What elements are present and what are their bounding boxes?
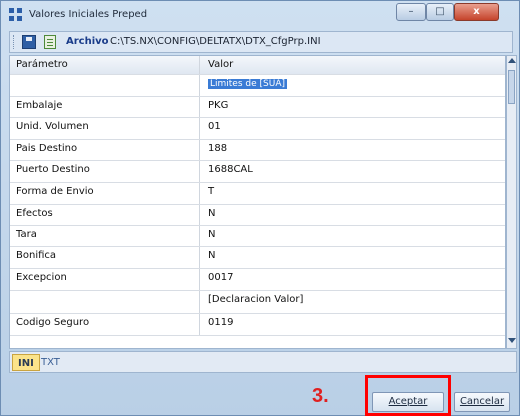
table-row[interactable]: Codigo Seguro 0119 [10, 314, 505, 336]
table-row[interactable]: Bonifica N [10, 247, 505, 269]
table-row[interactable]: Puerto Destino 1688CAL [10, 161, 505, 183]
value-cell[interactable]: T [200, 183, 505, 204]
parameter-cell: Pais Destino [10, 140, 200, 160]
scroll-thumb[interactable] [508, 70, 515, 104]
column-header-parametro[interactable]: Parámetro [10, 56, 200, 74]
parameter-cell: Embalaje [10, 97, 200, 117]
value-cell[interactable]: PKG [200, 97, 505, 117]
parameter-cell: Puerto Destino [10, 161, 200, 182]
value-cell[interactable]: N [200, 205, 505, 225]
value-cell[interactable]: 01 [200, 118, 505, 139]
dialog-window: Valores Iniciales Preped – □ x Archivo C… [0, 0, 520, 416]
cancel-button[interactable]: Cancelar [454, 392, 510, 412]
parameters-table: Parámetro Valor Limites de [SUA] Embalaj… [9, 55, 506, 349]
accept-button[interactable]: Aceptar [372, 392, 444, 412]
file-label: Archivo [66, 36, 109, 47]
parameter-cell: Excepcion [10, 269, 200, 290]
file-path: C:\TS.NX\CONFIG\DELTATX\DTX_CfgPrp.INI [110, 36, 321, 47]
value-cell[interactable]: 0017 [200, 269, 505, 290]
column-header-valor[interactable]: Valor [200, 56, 505, 74]
table-row[interactable]: Embalaje PKG [10, 97, 505, 118]
toolbar-grip[interactable] [13, 35, 17, 49]
value-cell[interactable]: 0119 [200, 314, 505, 335]
window-title: Valores Iniciales Preped [29, 9, 148, 20]
tab-txt[interactable]: TXT [36, 354, 65, 371]
table-row[interactable]: Efectos N [10, 205, 505, 226]
table-row[interactable]: Forma de Envio T [10, 183, 505, 205]
scroll-down-icon[interactable] [508, 338, 516, 343]
parameter-cell: Forma de Envio [10, 183, 200, 204]
value-cell-wrapper: Limites de [SUA] [200, 75, 505, 96]
table-row[interactable]: Excepcion 0017 [10, 269, 505, 291]
title-bar[interactable]: Valores Iniciales Preped – □ x [1, 1, 519, 29]
table-row[interactable]: Pais Destino 188 [10, 140, 505, 161]
parameter-cell: Bonifica [10, 247, 200, 268]
table-header: Parámetro Valor [10, 56, 505, 75]
value-cell[interactable]: [Declaracion Valor] [200, 291, 505, 313]
document-icon[interactable] [44, 35, 56, 49]
scroll-up-icon[interactable] [508, 58, 516, 63]
value-cell[interactable]: 1688CAL [200, 161, 505, 182]
parameter-cell: Efectos [10, 205, 200, 225]
selected-value-cell[interactable]: Limites de [SUA] [208, 79, 287, 89]
vertical-scrollbar[interactable] [506, 55, 517, 349]
parameter-cell: Tara [10, 226, 200, 246]
parameter-cell [10, 75, 200, 96]
parameter-cell [10, 291, 200, 313]
save-icon[interactable] [22, 35, 36, 49]
table-row[interactable]: Unid. Volumen 01 [10, 118, 505, 140]
value-cell[interactable]: N [200, 247, 505, 268]
app-grid-icon [9, 8, 23, 22]
step-number-annotation: 3. [312, 385, 329, 407]
value-cell[interactable]: N [200, 226, 505, 246]
file-tabs: INI TXT [9, 351, 517, 373]
table-row[interactable]: [Declaracion Valor] [10, 291, 505, 314]
maximize-button[interactable]: □ [426, 3, 454, 21]
value-cell[interactable]: 188 [200, 140, 505, 160]
table-row[interactable]: Limites de [SUA] [10, 75, 505, 97]
table-row[interactable]: Tara N [10, 226, 505, 247]
parameter-cell: Unid. Volumen [10, 118, 200, 139]
close-button[interactable]: x [454, 3, 499, 21]
toolbar: Archivo C:\TS.NX\CONFIG\DELTATX\DTX_CfgP… [9, 31, 513, 53]
minimize-button[interactable]: – [396, 3, 426, 21]
parameter-cell: Codigo Seguro [10, 314, 200, 335]
